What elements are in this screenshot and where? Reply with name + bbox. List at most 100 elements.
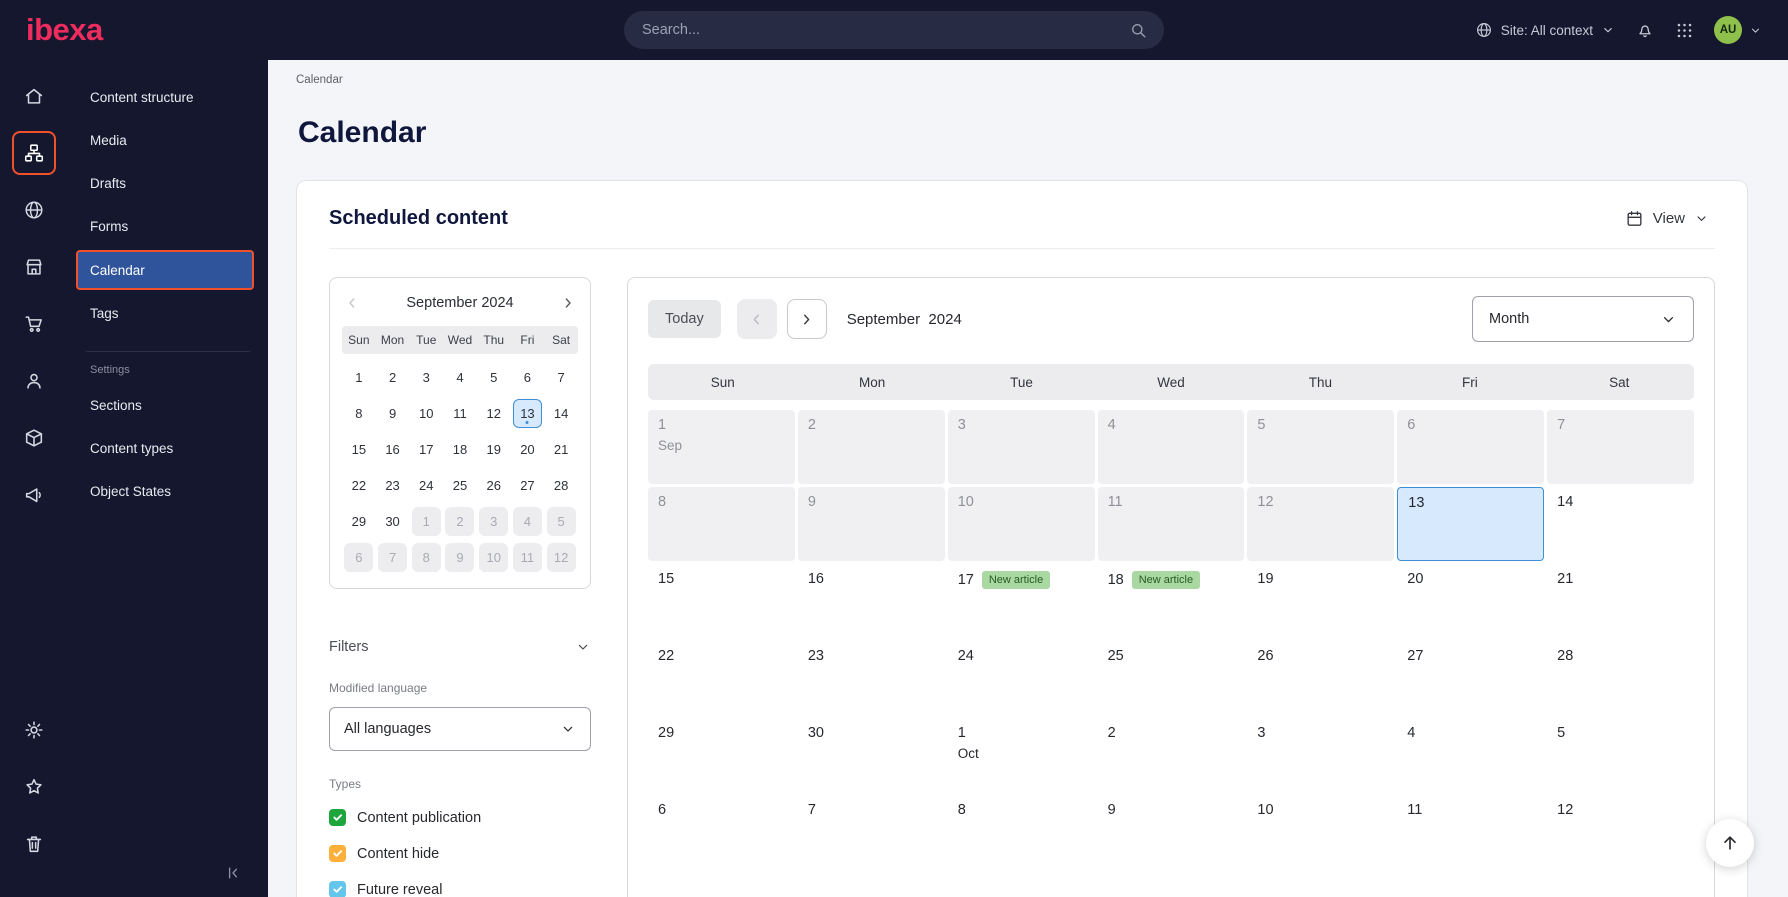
mini-calendar-day[interactable]: 22: [342, 468, 376, 502]
mini-calendar-day[interactable]: 16: [376, 432, 410, 466]
calendar-next-button[interactable]: [786, 299, 827, 339]
event-badge[interactable]: New article: [1131, 571, 1201, 589]
today-button[interactable]: Today: [648, 300, 721, 338]
mini-calendar-day[interactable]: 11: [443, 396, 477, 430]
mini-calendar-day[interactable]: 8: [342, 396, 376, 430]
calendar-day-cell[interactable]: 17 New article: [947, 564, 1095, 638]
calendar-day-cell[interactable]: 7: [1547, 410, 1694, 484]
mini-calendar-day[interactable]: 9: [376, 396, 410, 430]
apps-grid-icon[interactable]: [1675, 21, 1694, 40]
calendar-day-cell[interactable]: 16: [797, 564, 945, 638]
user-menu[interactable]: AU: [1714, 16, 1762, 44]
checkbox-checked-icon[interactable]: [329, 809, 346, 826]
sidebar-item-tags[interactable]: Tags: [68, 292, 268, 335]
calendar-day-cell[interactable]: 1 Sep: [648, 410, 795, 484]
mini-calendar-day[interactable]: 12: [544, 540, 578, 574]
calendar-day-cell[interactable]: 30: [797, 718, 945, 792]
view-dropdown-button[interactable]: View: [1619, 208, 1715, 229]
calendar-day-cell[interactable]: 14: [1547, 487, 1694, 561]
calendar-day-cell[interactable]: 9: [1097, 795, 1245, 869]
sidebar-item-forms[interactable]: Forms: [68, 205, 268, 248]
calendar-day-cell[interactable]: 22: [648, 641, 795, 715]
mini-calendar-day[interactable]: 1: [409, 504, 443, 538]
calendar-day-cell[interactable]: 3: [1247, 718, 1395, 792]
mini-calendar-day[interactable]: 6: [511, 360, 545, 394]
mini-calendar-day[interactable]: 19: [477, 432, 511, 466]
mini-calendar-day[interactable]: 21: [544, 432, 578, 466]
language-select[interactable]: All languages: [329, 707, 591, 751]
nav-settings-button[interactable]: [12, 708, 56, 752]
type-filter-item[interactable]: Content publication: [329, 809, 591, 826]
nav-content-structure-button[interactable]: [12, 131, 56, 175]
mini-calendar-day[interactable]: 23: [376, 468, 410, 502]
mini-calendar-day[interactable]: 25: [443, 468, 477, 502]
calendar-day-cell[interactable]: 4: [1397, 718, 1545, 792]
mini-calendar-prev-button[interactable]: [344, 295, 360, 311]
calendar-day-cell[interactable]: 10: [947, 487, 1095, 561]
calendar-day-cell[interactable]: 26: [1247, 641, 1395, 715]
mini-calendar-day[interactable]: 4: [443, 360, 477, 394]
calendar-day-cell[interactable]: 7: [797, 795, 945, 869]
sidebar-item-object-states[interactable]: Object States: [68, 470, 268, 513]
calendar-day-cell[interactable]: 4: [1097, 410, 1245, 484]
mini-calendar-day[interactable]: 3: [477, 504, 511, 538]
type-filter-item[interactable]: Content hide: [329, 845, 591, 862]
mini-calendar-day[interactable]: 12: [477, 396, 511, 430]
mini-calendar-day[interactable]: 30: [376, 504, 410, 538]
calendar-day-cell[interactable]: 6: [1397, 410, 1545, 484]
mini-calendar-day[interactable]: 2: [443, 504, 477, 538]
calendar-day-cell[interactable]: 10: [1247, 795, 1395, 869]
nav-home-button[interactable]: [12, 74, 56, 118]
notifications-bell-icon[interactable]: [1635, 20, 1655, 40]
calendar-day-cell[interactable]: 21: [1547, 564, 1694, 638]
type-filter-item[interactable]: Future reveal: [329, 881, 591, 897]
ibexa-logo[interactable]: ibexa: [26, 12, 103, 47]
calendar-day-cell[interactable]: 2: [797, 410, 945, 484]
mini-calendar-day[interactable]: 14: [544, 396, 578, 430]
sidebar-item-content-structure[interactable]: Content structure: [68, 76, 268, 119]
nav-favorites-button[interactable]: [12, 765, 56, 809]
mini-calendar-day[interactable]: 5: [477, 360, 511, 394]
site-context-selector[interactable]: Site: All context: [1475, 21, 1615, 39]
nav-marketing-button[interactable]: [12, 473, 56, 517]
mini-calendar-day[interactable]: 7: [544, 360, 578, 394]
calendar-day-cell[interactable]: 25: [1097, 641, 1245, 715]
mini-calendar-day[interactable]: 29: [342, 504, 376, 538]
calendar-day-cell[interactable]: 12: [1547, 795, 1694, 869]
search-input[interactable]: [640, 21, 1129, 39]
event-badge[interactable]: New article: [981, 571, 1051, 589]
calendar-day-cell[interactable]: 13: [1397, 487, 1545, 561]
calendar-day-cell[interactable]: 5: [1247, 410, 1395, 484]
nav-site-button[interactable]: [12, 188, 56, 232]
nav-trash-button[interactable]: [12, 822, 56, 866]
checkbox-checked-icon[interactable]: [329, 845, 346, 862]
calendar-day-cell[interactable]: 6: [648, 795, 795, 869]
calendar-day-cell[interactable]: 19: [1247, 564, 1395, 638]
calendar-day-cell[interactable]: 11: [1097, 487, 1245, 561]
mini-calendar-day[interactable]: 13: [511, 396, 545, 430]
nav-personalization-button[interactable]: [12, 359, 56, 403]
mini-calendar-day[interactable]: 10: [477, 540, 511, 574]
sidebar-item-drafts[interactable]: Drafts: [68, 162, 268, 205]
calendar-day-cell[interactable]: 5: [1547, 718, 1694, 792]
mini-calendar-day[interactable]: 1: [342, 360, 376, 394]
nav-store-button[interactable]: [12, 245, 56, 289]
mini-calendar-day[interactable]: 3: [409, 360, 443, 394]
mini-calendar-day[interactable]: 17: [409, 432, 443, 466]
mini-calendar-day[interactable]: 28: [544, 468, 578, 502]
mini-calendar-day[interactable]: 27: [511, 468, 545, 502]
mini-calendar-day[interactable]: 20: [511, 432, 545, 466]
calendar-day-cell[interactable]: 24: [947, 641, 1095, 715]
sidebar-item-sections[interactable]: Sections: [68, 384, 268, 427]
calendar-day-cell[interactable]: 23: [797, 641, 945, 715]
mini-calendar-day[interactable]: 7: [376, 540, 410, 574]
calendar-day-cell[interactable]: 18 New article: [1097, 564, 1245, 638]
calendar-view-mode-select[interactable]: Month: [1472, 296, 1694, 342]
sidebar-item-content-types[interactable]: Content types: [68, 427, 268, 470]
calendar-day-cell[interactable]: 28: [1547, 641, 1694, 715]
mini-calendar-day[interactable]: 8: [409, 540, 443, 574]
calendar-day-cell[interactable]: 3: [947, 410, 1095, 484]
sidebar-item-calendar[interactable]: Calendar: [76, 250, 254, 290]
calendar-day-cell[interactable]: 15: [648, 564, 795, 638]
mini-calendar-day[interactable]: 5: [544, 504, 578, 538]
